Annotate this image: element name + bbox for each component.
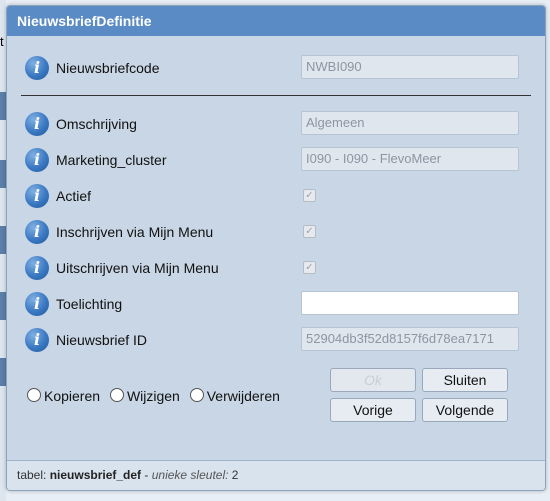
nieuwsbrief-id-input[interactable]: 52904db3f52d8157f6d78ea7171: [301, 327, 519, 351]
info-icon[interactable]: i: [25, 328, 49, 352]
nieuwsbrief-definitie-dialog: NieuwsbriefDefinitie i Nieuwsbriefcode N…: [6, 5, 546, 491]
info-icon[interactable]: i: [25, 112, 49, 136]
field-row-actief: i Actief ✓: [25, 183, 525, 209]
footer-key-label: unieke sleutel:: [151, 468, 229, 482]
radio-label: Verwijderen: [206, 388, 280, 404]
field-label: Toelichting: [56, 296, 123, 312]
field-row-toelichting: i Toelichting: [25, 291, 525, 317]
field-label: Marketing_cluster: [56, 152, 167, 168]
radio-label: Kopieren: [44, 388, 101, 404]
omschrijving-input[interactable]: Algemeen: [301, 111, 519, 135]
divider: [21, 95, 531, 96]
footer-table-name: nieuwsbrief_def: [49, 468, 142, 482]
background-text-fragment: t: [0, 34, 4, 49]
toelichting-input[interactable]: [301, 291, 519, 315]
uitschrijven-checkbox[interactable]: ✓: [303, 261, 316, 274]
actief-checkbox[interactable]: ✓: [303, 189, 316, 202]
info-icon[interactable]: i: [25, 184, 49, 208]
field-label: Actief: [56, 188, 92, 204]
radio-circle[interactable]: [189, 388, 204, 402]
field-row-marketing-cluster: i Marketing_cluster I090 - I090 - FlevoM…: [25, 147, 525, 173]
footer-separator: -: [141, 468, 152, 482]
field-row-inschrijven: i Inschrijven via Mijn Menu ✓: [25, 219, 525, 245]
dialog-footer: tabel: nieuwsbrief_def - unieke sleutel:…: [7, 460, 545, 490]
radio-label: Wijzigen: [126, 388, 180, 404]
marketing-cluster-select[interactable]: I090 - I090 - FlevoMeer: [301, 147, 519, 171]
info-icon[interactable]: i: [25, 148, 49, 172]
info-icon[interactable]: i: [25, 292, 49, 316]
radio-circle[interactable]: [27, 388, 41, 402]
sluiten-button[interactable]: Sluiten: [422, 368, 508, 392]
field-label: Omschrijving: [56, 116, 137, 132]
footer-key-value: 2: [231, 468, 239, 482]
dialog-title[interactable]: NieuwsbriefDefinitie: [7, 6, 545, 36]
field-row-uitschrijven: i Uitschrijven via Mijn Menu ✓: [25, 255, 525, 281]
field-row-omschrijving: i Omschrijving Algemeen: [25, 111, 525, 137]
info-icon[interactable]: i: [25, 256, 49, 280]
field-label: Nieuwsbrief ID: [56, 332, 148, 348]
nieuwsbriefcode-input[interactable]: NWBI090: [301, 55, 519, 79]
radio-verwijderen[interactable]: Verwijderen: [189, 388, 280, 404]
ok-button[interactable]: Ok: [330, 368, 416, 392]
field-row-nieuwsbriefcode: i Nieuwsbriefcode NWBI090: [25, 55, 525, 81]
inschrijven-checkbox[interactable]: ✓: [303, 225, 316, 238]
info-icon[interactable]: i: [25, 220, 49, 244]
action-radio-group: Kopieren Wijzigen Verwijderen: [27, 388, 286, 404]
radio-wijzigen[interactable]: Wijzigen: [109, 388, 180, 404]
volgende-button[interactable]: Volgende: [422, 398, 508, 422]
info-icon[interactable]: i: [25, 56, 49, 80]
field-label: Inschrijven via Mijn Menu: [56, 224, 214, 240]
vorige-button[interactable]: Vorige: [330, 398, 416, 422]
footer-prefix: tabel:: [17, 468, 47, 482]
field-label: Nieuwsbriefcode: [56, 60, 160, 76]
field-label: Uitschrijven via Mijn Menu: [56, 260, 219, 276]
field-row-nieuwsbrief-id: i Nieuwsbrief ID 52904db3f52d8157f6d78ea…: [25, 327, 525, 353]
radio-circle[interactable]: [109, 388, 124, 402]
radio-kopieren[interactable]: Kopieren: [27, 388, 100, 404]
